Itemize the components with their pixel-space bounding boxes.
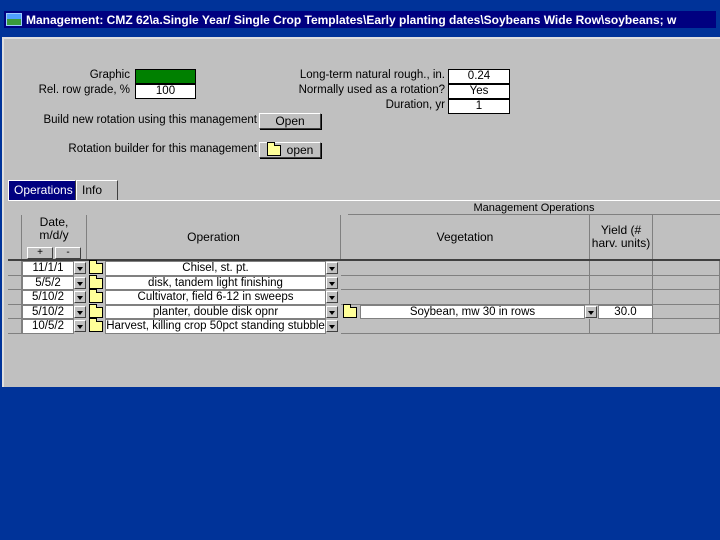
vegetation-column-header[interactable]: Vegetation: [341, 215, 590, 259]
build-rotation-open-button[interactable]: Open: [259, 113, 321, 129]
date-cell[interactable]: 10/5/2: [22, 319, 74, 334]
vegetation-cell[interactable]: [341, 319, 590, 334]
sort-ascending-button[interactable]: +: [27, 246, 53, 259]
vegetation-cell[interactable]: Soybean, mw 30 in rows: [360, 304, 585, 319]
operation-dropdown-icon[interactable]: [326, 262, 338, 274]
title-bar[interactable]: Management: CMZ 62\a.Single Year/ Single…: [4, 11, 716, 28]
yield-cell[interactable]: 30.0: [598, 304, 653, 319]
duration-label: Duration, yr: [385, 99, 445, 111]
folder-icon[interactable]: [89, 274, 103, 289]
window-title: Management: CMZ 62\a.Single Year/ Single…: [26, 12, 677, 27]
app-icon: [6, 13, 22, 26]
row-grade-label: Rel. row grade, %: [38, 84, 130, 96]
sort-descending-button[interactable]: -: [55, 246, 81, 259]
extra-cell: [653, 304, 720, 319]
tab-operations-label: Operations: [14, 183, 73, 197]
vegetation-dropdown-icon[interactable]: [585, 305, 597, 318]
yield-cell[interactable]: [590, 261, 653, 276]
rotation-builder-label: Rotation builder for this management: [68, 143, 257, 155]
yield-cell[interactable]: [590, 275, 653, 290]
extra-cell: [653, 319, 720, 334]
date-dropdown-icon[interactable]: [74, 262, 86, 274]
operation-dropdown-icon[interactable]: [326, 291, 338, 303]
date-dropdown-icon[interactable]: [74, 276, 86, 289]
row-selector[interactable]: [8, 304, 22, 319]
operation-cell[interactable]: disk, tandem light finishing: [105, 275, 326, 290]
date-header-line1: Date,: [39, 214, 69, 229]
folder-icon: [266, 142, 281, 156]
build-rotation-label: Build new rotation using this management: [43, 114, 257, 126]
table-row[interactable]: 11/1/1 Chisel, st. pt.: [8, 260, 720, 276]
rotation-builder-open-button-label: open: [286, 143, 314, 157]
row-header-corner: [8, 215, 22, 259]
graphic-swatch[interactable]: [135, 69, 196, 84]
operation-cell[interactable]: planter, double disk opnr: [105, 304, 326, 319]
tab-info-label: Info: [82, 183, 103, 197]
table-row[interactable]: 5/5/2 disk, tandem light finishing: [8, 274, 720, 290]
operation-column-header[interactable]: Operation: [87, 215, 341, 259]
tab-info[interactable]: Info: [76, 180, 118, 200]
date-cell[interactable]: 5/10/2: [22, 290, 74, 305]
row-selector[interactable]: [8, 290, 22, 305]
folder-icon[interactable]: [89, 260, 103, 274]
vegetation-cell[interactable]: [341, 275, 590, 290]
date-cell[interactable]: 11/1/1: [22, 261, 74, 276]
date-column-header[interactable]: Date, m/d/y + -: [22, 215, 87, 259]
operation-cell[interactable]: Chisel, st. pt.: [105, 261, 326, 276]
yield-header-line2: harv. units): [591, 236, 651, 250]
management-operations-header: Management Operations: [348, 202, 720, 215]
rotation-label: Normally used as a rotation?: [298, 84, 445, 96]
yield-cell[interactable]: [590, 319, 653, 334]
rotation-field[interactable]: Yes: [448, 84, 510, 99]
row-grade-field[interactable]: 100: [135, 84, 196, 99]
roughness-label: Long-term natural rough., in.: [299, 69, 445, 81]
table-row[interactable]: 5/10/2 Cultivator, field 6-12 in sweeps: [8, 289, 720, 305]
graphic-label: Graphic: [89, 69, 130, 81]
operation-header-label: Operation: [187, 229, 240, 244]
folder-icon[interactable]: [89, 289, 103, 303]
roughness-field[interactable]: 0.24: [448, 69, 510, 84]
extra-cell: [653, 275, 720, 290]
operation-dropdown-icon[interactable]: [326, 305, 338, 318]
vegetation-cell[interactable]: [341, 261, 590, 276]
tab-operations[interactable]: Operations: [8, 180, 76, 200]
rotation-builder-open-button[interactable]: open: [259, 142, 321, 158]
extra-cell: [653, 290, 720, 305]
extra-cell: [653, 261, 720, 276]
folder-icon[interactable]: [343, 303, 357, 318]
operations-grid: 11/1/1 Chisel, st. pt. 5/5/2 disk, tande…: [8, 259, 720, 334]
date-header-line2: m/d/y: [39, 227, 69, 242]
operation-cell[interactable]: Harvest, killing crop 50pct standing stu…: [105, 319, 326, 334]
operation-cell[interactable]: Cultivator, field 6-12 in sweeps: [105, 290, 326, 305]
yield-column-header[interactable]: Yield (# harv. units): [590, 215, 653, 259]
operation-dropdown-icon[interactable]: [326, 276, 338, 289]
vegetation-cell[interactable]: [341, 290, 590, 305]
vegetation-header-label: Vegetation: [436, 229, 494, 244]
folder-icon[interactable]: [89, 303, 103, 318]
date-cell[interactable]: 5/10/2: [22, 304, 74, 319]
row-selector[interactable]: [8, 261, 22, 276]
build-rotation-open-button-label: Open: [275, 114, 305, 128]
duration-field[interactable]: 1: [448, 99, 510, 114]
row-selector[interactable]: [8, 319, 22, 334]
table-row[interactable]: 5/10/2 planter, double disk opnr Soybean…: [8, 303, 720, 319]
date-dropdown-icon[interactable]: [74, 320, 86, 332]
date-dropdown-icon[interactable]: [74, 291, 86, 303]
operations-panel: Management Operations Date, m/d/y + - Ope…: [8, 200, 720, 334]
date-dropdown-icon[interactable]: [74, 305, 86, 318]
date-cell[interactable]: 5/5/2: [22, 275, 74, 290]
folder-icon[interactable]: [89, 318, 103, 332]
yield-cell[interactable]: [590, 290, 653, 305]
operation-dropdown-icon[interactable]: [326, 320, 338, 332]
table-row[interactable]: 10/5/2 Harvest, killing crop 50pct stand…: [8, 318, 720, 334]
row-selector[interactable]: [8, 275, 22, 290]
